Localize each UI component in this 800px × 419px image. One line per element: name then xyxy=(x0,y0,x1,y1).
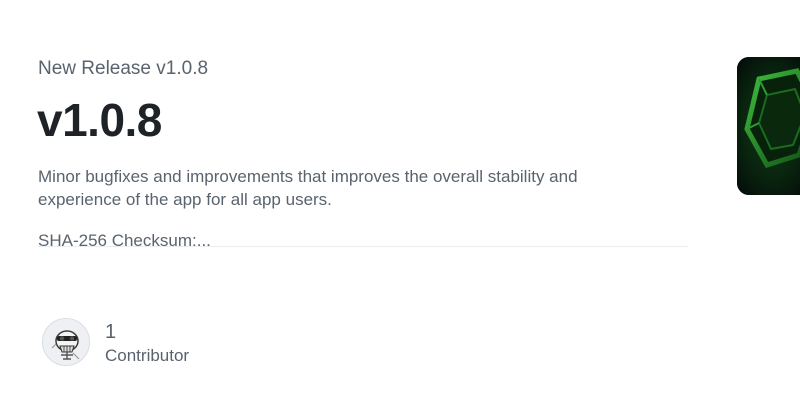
content-divider xyxy=(38,246,688,247)
description-line: Minor bugfixes and improvements that imp… xyxy=(38,167,578,186)
contributor-count: 1 xyxy=(105,321,117,343)
contributor-label: Contributor xyxy=(105,346,190,365)
release-repo-line: New Release v1.0.8 xyxy=(38,58,209,79)
description-line: experience of the app for all app users. xyxy=(38,190,332,209)
preview-image xyxy=(737,57,800,195)
release-description: Minor bugfixes and improvements that imp… xyxy=(38,165,678,211)
release-title: v1.0.8 xyxy=(37,94,162,146)
release-card: New Release v1.0.8 v1.0.8 Minor bugfixes… xyxy=(0,0,800,419)
green-hexagon-app-icon xyxy=(737,57,800,195)
skull-avatar-icon xyxy=(43,319,89,365)
checksum-text: SHA-256 Checksum:... xyxy=(38,231,211,250)
contributor-avatar[interactable] xyxy=(42,318,90,366)
